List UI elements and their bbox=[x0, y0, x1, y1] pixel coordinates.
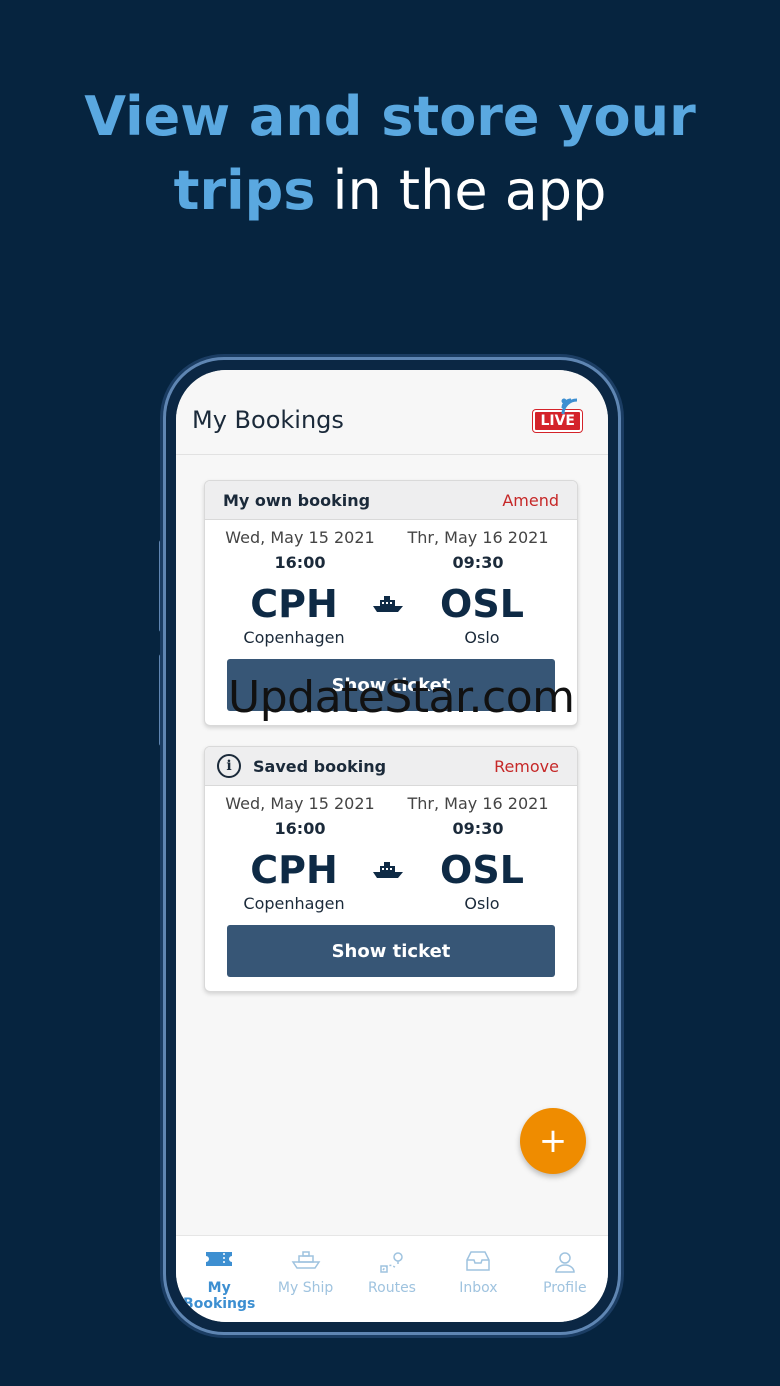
route-icon bbox=[380, 1252, 403, 1273]
headline-rest: in the app bbox=[315, 159, 607, 222]
ticket-icon bbox=[206, 1252, 233, 1266]
headline-highlight: trips bbox=[173, 159, 316, 222]
phone-side-button bbox=[159, 540, 164, 632]
headline-line1: View and store your bbox=[84, 85, 696, 148]
destination-city: Oslo bbox=[464, 628, 500, 647]
booking-card-header: i Saved booking Remove bbox=[205, 747, 577, 786]
page-title: My Bookings bbox=[192, 406, 344, 434]
tab-label: My Bookings bbox=[183, 1280, 256, 1312]
phone-frame: My Bookings LIVE My own booking Amend We… bbox=[166, 360, 618, 1332]
arrival-date: Thr, May 16 2021 bbox=[407, 528, 549, 547]
arrival-time: 09:30 bbox=[452, 553, 504, 572]
arrival-time: 09:30 bbox=[452, 819, 504, 838]
departure-time: 16:00 bbox=[274, 553, 326, 572]
booking-label: Saved booking bbox=[253, 756, 387, 776]
profile-icon bbox=[555, 1252, 575, 1273]
origin-city: Copenhagen bbox=[243, 894, 345, 913]
info-icon[interactable]: i bbox=[217, 754, 241, 778]
remove-link[interactable]: Remove bbox=[494, 757, 559, 776]
live-button[interactable]: LIVE bbox=[533, 398, 582, 432]
add-booking-button[interactable]: + bbox=[520, 1108, 586, 1174]
tab-inbox[interactable]: Inbox bbox=[435, 1236, 521, 1322]
tab-label: My Ship bbox=[277, 1280, 334, 1296]
ferry-icon bbox=[373, 596, 403, 612]
ferry-icon bbox=[373, 862, 403, 878]
bottom-nav: My Bookings My Ship Routes Inbox Profile bbox=[176, 1235, 608, 1322]
departure-time: 16:00 bbox=[274, 819, 326, 838]
plus-icon: + bbox=[538, 1121, 568, 1161]
arrival-date: Thr, May 16 2021 bbox=[407, 794, 549, 813]
origin-city: Copenhagen bbox=[243, 628, 345, 647]
watermark: UpdateStar.com bbox=[228, 672, 575, 723]
tab-routes[interactable]: Routes bbox=[349, 1236, 435, 1322]
headline: View and store your trips in the app bbox=[0, 80, 780, 228]
departure-date: Wed, May 15 2021 bbox=[225, 528, 375, 547]
inbox-icon bbox=[466, 1251, 491, 1271]
tab-my-ship[interactable]: My Ship bbox=[262, 1236, 348, 1322]
show-ticket-button[interactable]: Show ticket bbox=[227, 925, 555, 977]
booking-card-header: My own booking Amend bbox=[205, 481, 577, 520]
origin-code: CPH bbox=[250, 582, 338, 626]
tab-profile[interactable]: Profile bbox=[522, 1236, 608, 1322]
destination-code: OSL bbox=[440, 848, 524, 892]
destination-code: OSL bbox=[440, 582, 524, 626]
broadcast-icon bbox=[561, 398, 578, 415]
amend-link[interactable]: Amend bbox=[502, 491, 559, 510]
phone-side-button bbox=[159, 654, 164, 746]
origin-code: CPH bbox=[250, 848, 338, 892]
app-screen: My Bookings LIVE My own booking Amend We… bbox=[176, 370, 608, 1322]
app-header: My Bookings LIVE bbox=[176, 370, 608, 455]
booking-label: My own booking bbox=[223, 490, 371, 510]
tab-label: Routes bbox=[368, 1280, 416, 1296]
tab-my-bookings[interactable]: My Bookings bbox=[176, 1236, 262, 1322]
tab-label: Inbox bbox=[459, 1280, 498, 1296]
ship-icon bbox=[291, 1251, 321, 1269]
tab-label: Profile bbox=[543, 1280, 587, 1296]
departure-date: Wed, May 15 2021 bbox=[225, 794, 375, 813]
booking-card: i Saved booking Remove Wed, May 15 2021 … bbox=[204, 746, 578, 992]
destination-city: Oslo bbox=[464, 894, 500, 913]
